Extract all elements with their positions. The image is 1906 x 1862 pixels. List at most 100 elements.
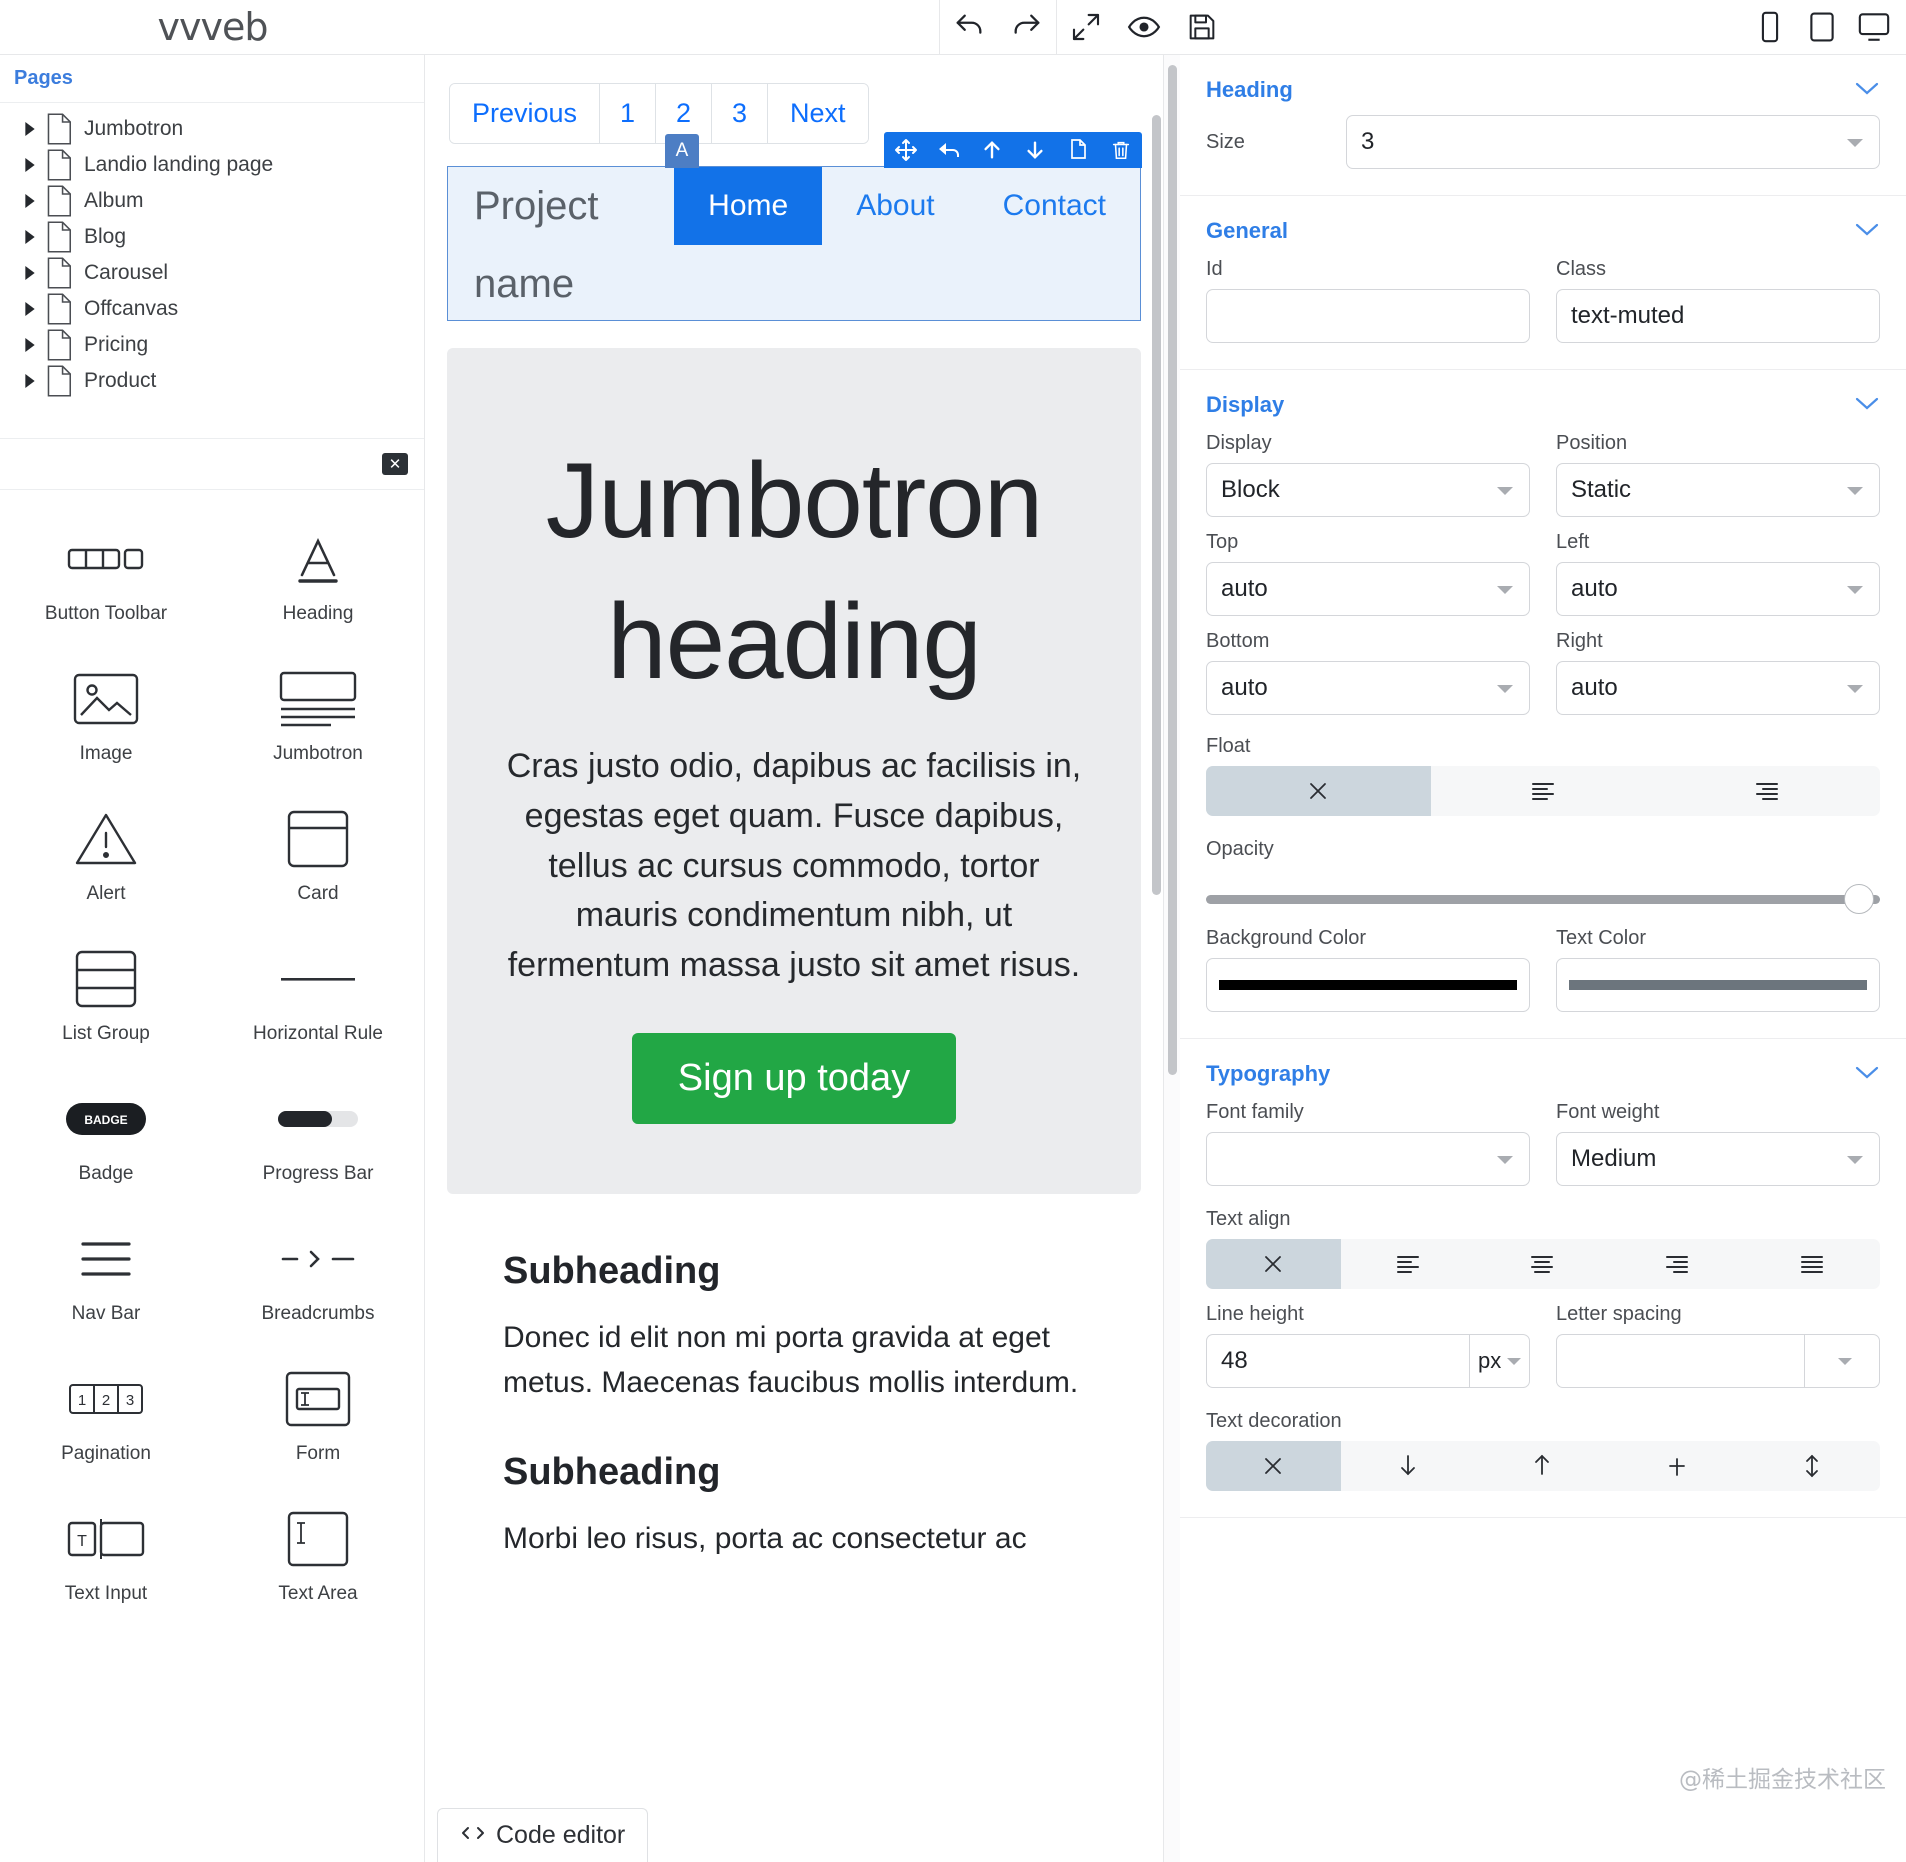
chevron-down-icon[interactable]	[1854, 80, 1880, 101]
opacity-slider[interactable]	[1206, 883, 1880, 914]
code-editor-button[interactable]: Code editor	[437, 1808, 649, 1862]
float-none-button[interactable]	[1206, 766, 1431, 816]
component-image[interactable]: Image	[0, 648, 212, 788]
component-horizontal-rule[interactable]: Horizontal Rule	[212, 928, 424, 1068]
move-down-icon[interactable]	[1013, 132, 1056, 168]
bottom-select[interactable]: auto	[1206, 661, 1530, 715]
chevron-down-icon[interactable]	[1854, 395, 1880, 416]
component-pagination[interactable]: 123 Pagination	[0, 1348, 212, 1488]
text-decoration-overline-button[interactable]	[1476, 1441, 1611, 1491]
font-family-select[interactable]	[1206, 1132, 1530, 1186]
letter-spacing-input[interactable]	[1556, 1334, 1804, 1388]
navbar-brand[interactable]: Project name	[448, 167, 674, 323]
text-align-none-button[interactable]	[1206, 1239, 1341, 1289]
page-tree-item[interactable]: Blog	[0, 219, 424, 255]
page-tree-item[interactable]: Album	[0, 183, 424, 219]
component-badge[interactable]: BADGE Badge	[0, 1068, 212, 1208]
component-progress-bar[interactable]: Progress Bar	[212, 1068, 424, 1208]
inspector-scrollbar-thumb[interactable]	[1167, 65, 1177, 1075]
position-select[interactable]: Static	[1556, 463, 1880, 517]
id-input[interactable]	[1206, 289, 1530, 343]
page-tree-item[interactable]: Carousel	[0, 255, 424, 291]
component-card[interactable]: Card	[212, 788, 424, 928]
text-decoration-underline-button[interactable]	[1341, 1441, 1476, 1491]
heading-size-select[interactable]: 3	[1346, 115, 1880, 169]
duplicate-icon[interactable]	[1056, 132, 1099, 168]
class-input[interactable]: text-muted	[1556, 289, 1880, 343]
expand-caret-icon[interactable]	[18, 122, 42, 136]
section-general-header[interactable]: General	[1206, 218, 1880, 244]
pages-tree[interactable]: Jumbotron Landio landing page Album Blog	[0, 103, 424, 438]
preview-eye-icon[interactable]	[1115, 0, 1173, 55]
component-heading[interactable]: Heading	[212, 508, 424, 648]
component-list-group[interactable]: List Group	[0, 928, 212, 1068]
select-parent-icon[interactable]	[927, 132, 970, 168]
expand-caret-icon[interactable]	[18, 302, 42, 316]
pagination-page-1[interactable]: 1	[600, 84, 657, 143]
tablet-device-icon[interactable]	[1796, 0, 1848, 55]
close-icon[interactable]: ✕	[382, 453, 408, 475]
section-heading-header[interactable]: Heading	[1206, 77, 1880, 103]
component-text-area[interactable]: Text Area	[212, 1488, 424, 1628]
page-tree-item[interactable]: Offcanvas	[0, 291, 424, 327]
navbar-link-home[interactable]: Home	[674, 167, 823, 245]
expand-caret-icon[interactable]	[18, 374, 42, 388]
text-align-right-button[interactable]	[1610, 1239, 1745, 1289]
text-decoration-none-button[interactable]	[1206, 1441, 1341, 1491]
text-align-left-button[interactable]	[1341, 1239, 1476, 1289]
chevron-down-icon[interactable]	[1854, 1064, 1880, 1085]
navbar-link-contact[interactable]: Contact	[969, 167, 1140, 245]
component-alert[interactable]: Alert	[0, 788, 212, 928]
chevron-down-icon[interactable]	[1854, 221, 1880, 242]
save-icon[interactable]	[1173, 0, 1231, 55]
font-weight-select[interactable]: Medium	[1556, 1132, 1880, 1186]
move-up-icon[interactable]	[970, 132, 1013, 168]
line-height-unit-select[interactable]: px	[1469, 1334, 1530, 1388]
pagination-previous[interactable]: Previous	[450, 84, 601, 143]
redo-icon[interactable]	[998, 0, 1056, 55]
expand-caret-icon[interactable]	[18, 158, 42, 172]
expand-caret-icon[interactable]	[18, 266, 42, 280]
desktop-device-icon[interactable]	[1848, 0, 1900, 55]
text-decoration-both-button[interactable]	[1745, 1441, 1880, 1491]
component-text-input[interactable]: T Text Input	[0, 1488, 212, 1628]
sign-up-button[interactable]: Sign up today	[631, 1032, 957, 1124]
component-breadcrumbs[interactable]: Breadcrumbs	[212, 1208, 424, 1348]
text-align-center-button[interactable]	[1476, 1239, 1611, 1289]
section-display-header[interactable]: Display	[1206, 392, 1880, 418]
expand-caret-icon[interactable]	[18, 338, 42, 352]
text-decoration-line-through-button[interactable]	[1610, 1441, 1745, 1491]
undo-icon[interactable]	[940, 0, 998, 55]
canvas-scrollbar[interactable]	[1152, 115, 1161, 895]
selected-navbar-component[interactable]: A Project name Home About Contact	[447, 132, 1142, 323]
left-select[interactable]: auto	[1556, 562, 1880, 616]
float-right-button[interactable]	[1655, 766, 1880, 816]
page-tree-item[interactable]: Landio landing page	[0, 147, 424, 183]
fullscreen-icon[interactable]	[1057, 0, 1115, 55]
letter-spacing-unit-select[interactable]	[1804, 1334, 1880, 1388]
component-jumbotron[interactable]: Jumbotron	[212, 648, 424, 788]
move-icon[interactable]	[884, 132, 927, 168]
page-tree-item[interactable]: Jumbotron	[0, 111, 424, 147]
pagination-next[interactable]: Next	[768, 84, 868, 143]
component-form[interactable]: Form	[212, 1348, 424, 1488]
mobile-device-icon[interactable]	[1744, 0, 1796, 55]
right-select[interactable]: auto	[1556, 661, 1880, 715]
expand-caret-icon[interactable]	[18, 194, 42, 208]
delete-icon[interactable]	[1099, 132, 1142, 168]
jumbotron-component[interactable]: Jumbotron heading Cras justo odio, dapib…	[447, 348, 1141, 1194]
opacity-slider-knob[interactable]	[1844, 884, 1874, 914]
float-left-button[interactable]	[1431, 766, 1656, 816]
page-tree-item[interactable]: Pricing	[0, 327, 424, 363]
text-align-justify-button[interactable]	[1745, 1239, 1880, 1289]
inspector-scrollbar[interactable]	[1164, 55, 1180, 1862]
text-color-swatch[interactable]	[1556, 958, 1880, 1012]
component-nav-bar[interactable]: Nav Bar	[0, 1208, 212, 1348]
page-tree-item[interactable]: Product	[0, 363, 424, 399]
background-color-swatch[interactable]	[1206, 958, 1530, 1012]
navbar-link-about[interactable]: About	[822, 167, 968, 245]
display-select[interactable]: Block	[1206, 463, 1530, 517]
top-select[interactable]: auto	[1206, 562, 1530, 616]
line-height-input[interactable]: 48	[1206, 1334, 1470, 1388]
component-button-toolbar[interactable]: Button Toolbar	[0, 508, 212, 648]
